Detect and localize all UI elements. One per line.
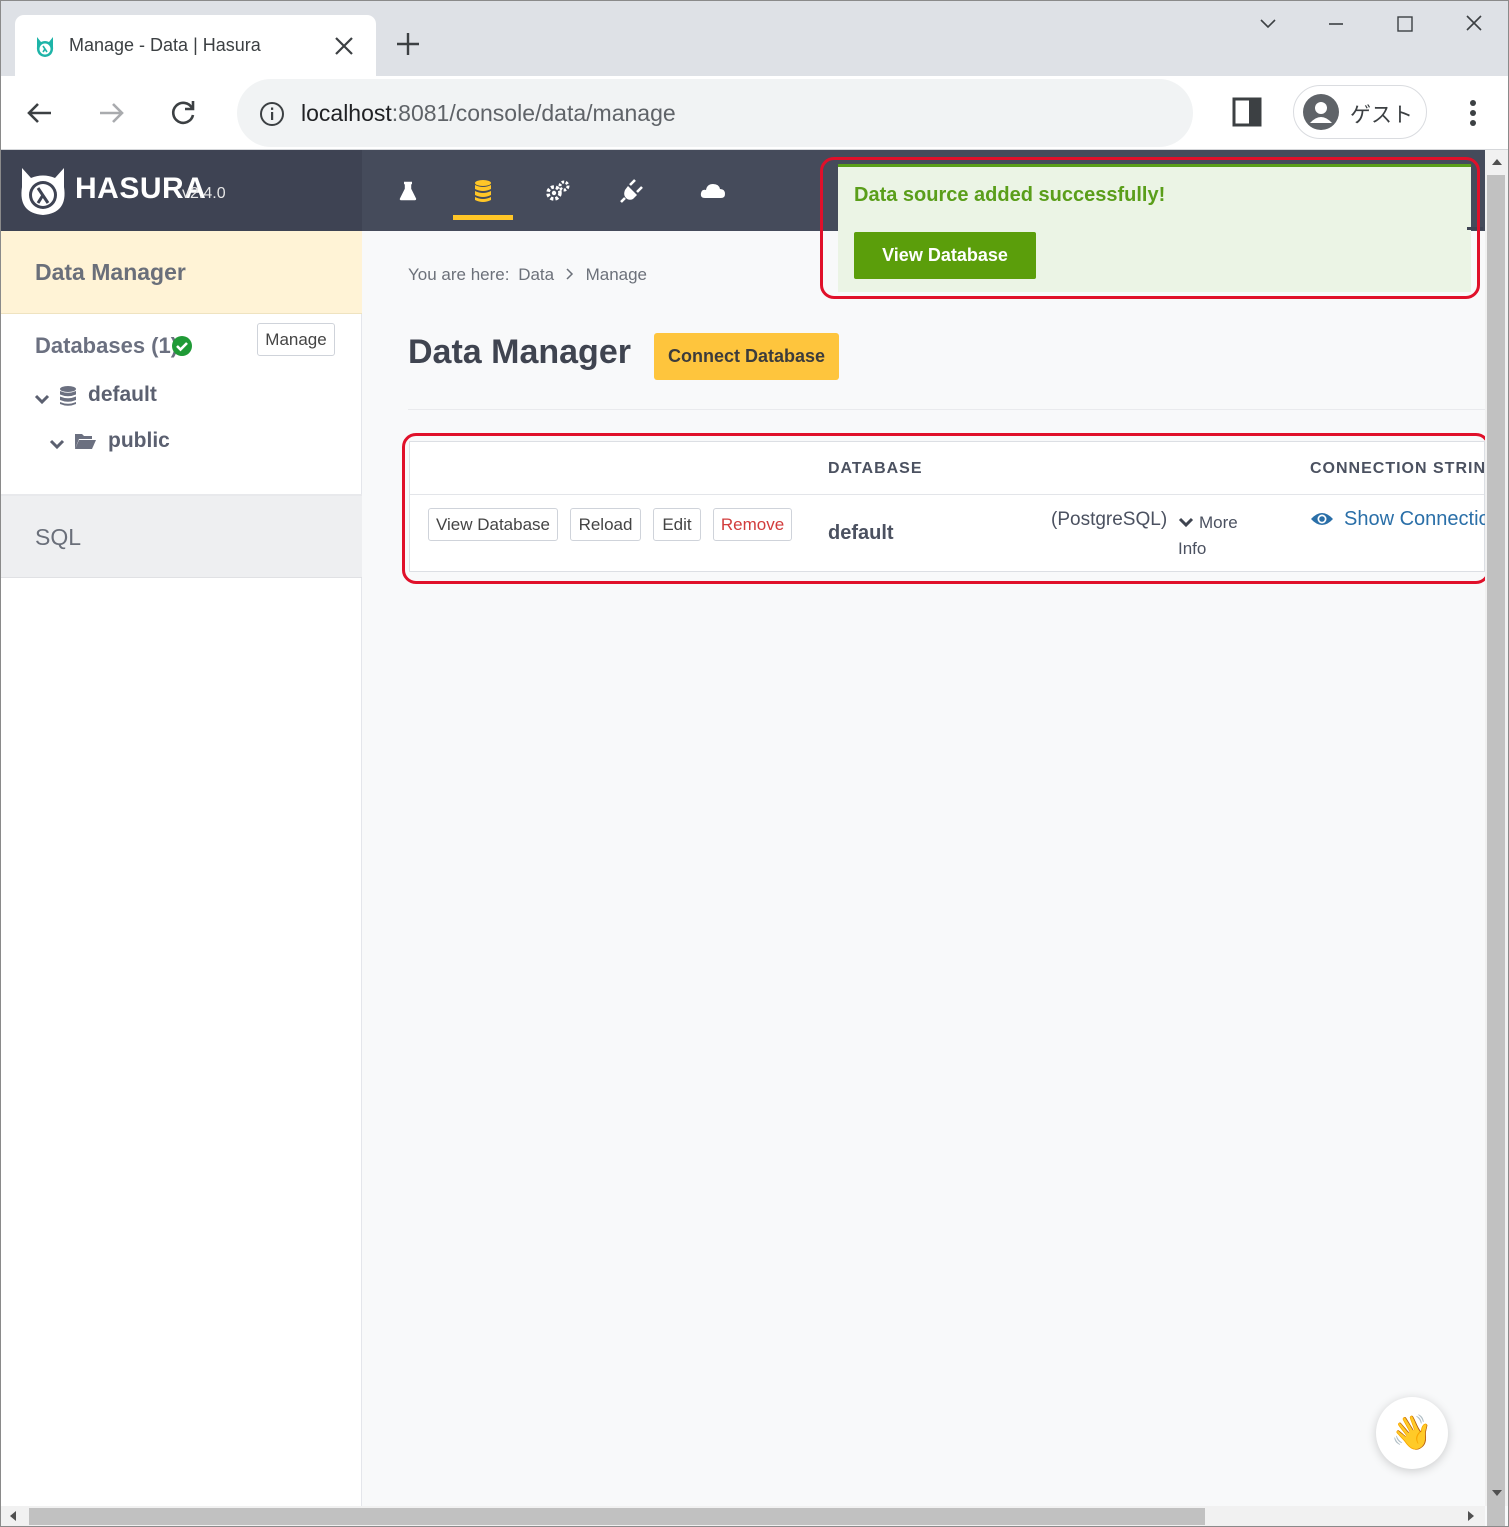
url-text: localhost:8081/console/data/manage — [301, 100, 676, 127]
forward-arrow-icon[interactable] — [94, 96, 128, 130]
minimize-icon[interactable] — [1321, 11, 1351, 37]
active-nav-indicator — [453, 215, 513, 220]
check-circle-icon — [172, 336, 192, 356]
more-info-toggle[interactable]: More Info — [1178, 510, 1258, 562]
connect-database-button[interactable]: Connect Database — [654, 333, 839, 380]
browser-tab[interactable]: Manage - Data | Hasura — [15, 15, 376, 76]
profile-button[interactable]: ゲスト — [1293, 85, 1427, 139]
database-icon — [60, 386, 76, 406]
chevron-down-icon — [1178, 517, 1194, 528]
vertical-scrollbar[interactable] — [1485, 150, 1508, 1526]
reload-button[interactable]: Reload — [570, 508, 641, 541]
database-icon[interactable] — [466, 174, 500, 208]
account-icon — [1303, 94, 1339, 130]
breadcrumb: You are here: Data Manage — [408, 265, 651, 285]
table-header-divider — [410, 494, 1484, 495]
breadcrumb-data[interactable]: Data — [518, 265, 554, 284]
sidebar-item-sql[interactable]: SQL — [1, 496, 362, 578]
window-close-icon[interactable] — [1459, 11, 1489, 37]
side-panel-icon[interactable] — [1231, 96, 1263, 128]
breadcrumb-manage: Manage — [585, 265, 648, 284]
chevron-down-icon[interactable] — [1253, 11, 1283, 37]
scroll-up-icon[interactable] — [1491, 156, 1503, 168]
manage-button[interactable]: Manage — [257, 323, 335, 356]
column-header-database: DATABASE — [828, 460, 923, 477]
flask-icon[interactable] — [391, 174, 425, 208]
kebab-menu-icon[interactable] — [1459, 96, 1487, 130]
url-host: localhost — [301, 100, 392, 126]
profile-label: ゲスト — [1350, 104, 1413, 127]
column-header-connection-string: CONNECTION STRIN — [1310, 460, 1485, 477]
tab-strip: Manage - Data | Hasura — [1, 1, 1508, 76]
chevron-down-icon[interactable] — [49, 436, 65, 452]
show-connection-string-link[interactable]: Show Connectio — [1310, 508, 1485, 531]
page-title: Data Manager — [408, 333, 631, 371]
horizontal-scrollbar[interactable] — [1, 1506, 1485, 1526]
close-icon[interactable] — [333, 35, 355, 57]
scroll-right-icon[interactable] — [1465, 1510, 1477, 1522]
maximize-icon[interactable] — [1390, 11, 1420, 37]
sidebar-header-label: Data Manager — [35, 259, 186, 285]
toast-view-database-button[interactable]: View Database — [854, 232, 1036, 279]
chevron-down-icon[interactable] — [34, 391, 50, 407]
chevron-right-icon — [566, 268, 573, 280]
address-bar[interactable]: localhost:8081/console/data/manage — [237, 79, 1193, 147]
folder-open-icon — [75, 434, 96, 449]
hasura-favicon-icon — [36, 37, 54, 57]
database-type: (PostgreSQL) — [1051, 509, 1168, 530]
browser-toolbar: localhost:8081/console/data/manage ゲスト — [1, 76, 1508, 150]
remove-button[interactable]: Remove — [713, 508, 792, 541]
reload-icon[interactable] — [166, 96, 200, 130]
gears-icon[interactable] — [541, 174, 575, 208]
title-divider — [408, 409, 1485, 410]
sidebar-item-data-manager[interactable]: Data Manager — [1, 231, 362, 314]
info-icon[interactable] — [259, 101, 285, 127]
tree-item-default[interactable]: default — [88, 383, 157, 407]
sidebar-sql-label: SQL — [35, 524, 82, 550]
edit-button[interactable]: Edit — [653, 508, 701, 541]
waving-hand-icon[interactable]: 👋 — [1376, 1397, 1448, 1469]
toast-message: Data source added successfully! — [854, 184, 1166, 206]
back-arrow-icon[interactable] — [23, 96, 57, 130]
browser-window: Manage - Data | Hasura localhost:8081/co… — [0, 0, 1509, 1527]
hasura-logo-icon — [21, 168, 65, 215]
tab-title: Manage - Data | Hasura — [69, 35, 261, 55]
tree-item-public[interactable]: public — [108, 429, 170, 453]
breadcrumb-prefix: You are here: — [408, 265, 510, 284]
hasura-version: v2.4.0 — [182, 185, 226, 202]
vertical-scroll-thumb[interactable] — [1487, 175, 1505, 1526]
hasura-brand[interactable]: HASURA v2.4.0 — [1, 150, 362, 231]
database-name: default — [828, 522, 894, 544]
plus-icon[interactable] — [393, 29, 423, 59]
horizontal-scroll-thumb[interactable] — [29, 1508, 1205, 1525]
view-database-button[interactable]: View Database — [428, 508, 558, 541]
scroll-left-icon[interactable] — [7, 1510, 19, 1522]
databases-count: Databases (1) — [35, 333, 179, 358]
url-path: :8081/console/data/manage — [391, 100, 676, 126]
eye-icon — [1311, 513, 1333, 525]
toast-dismiss-icon[interactable] — [1467, 227, 1483, 230]
sidebar: Data Manager Databases (1) Manage defaul… — [1, 231, 362, 1506]
scroll-down-icon[interactable] — [1491, 1487, 1503, 1499]
databases-table: DATABASE CONNECTION STRIN View Database … — [409, 441, 1485, 572]
main-content: You are here: Data Manage Data Manager C… — [363, 231, 1485, 1506]
plug-icon[interactable] — [615, 174, 649, 208]
cloud-icon[interactable] — [696, 174, 730, 208]
success-toast: Data source added successfully! View Dat… — [838, 164, 1471, 292]
show-connection-label: Show Connectio — [1344, 508, 1485, 530]
